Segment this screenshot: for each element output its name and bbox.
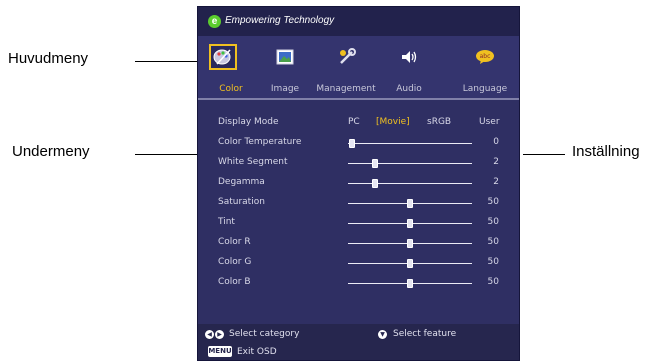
setting-label: Saturation xyxy=(218,197,265,207)
setting-value: 2 xyxy=(493,157,499,167)
setting-slider-track[interactable] xyxy=(348,139,472,148)
osd-footer: ◀ ▶ Select category ▼ Select feature MEN… xyxy=(198,324,519,360)
footer-select-category: Select category xyxy=(229,329,300,339)
setting-label: Degamma xyxy=(218,177,265,187)
display-mode-option-pc[interactable]: PC xyxy=(348,117,360,127)
color-palette-icon xyxy=(209,44,237,70)
setting-slider-thumb[interactable] xyxy=(407,219,413,228)
display-mode-row[interactable]: Display Mode PC [Movie] sRGB User xyxy=(198,115,519,135)
picture-icon xyxy=(271,44,299,70)
setting-slider-track[interactable] xyxy=(348,219,472,228)
setting-row[interactable]: White Segment 2 xyxy=(198,155,519,175)
language-bubble-icon: abc xyxy=(471,44,499,70)
tools-icon xyxy=(333,44,361,70)
setting-slider-track[interactable] xyxy=(348,279,472,288)
setting-value: 0 xyxy=(493,137,499,147)
brand-text: Empowering Technology xyxy=(225,15,335,26)
setting-label: Color G xyxy=(218,257,252,267)
footer-select-feature: Select feature xyxy=(393,329,457,339)
callout-setting: Inställning xyxy=(572,143,640,160)
menu-key-icon: MENU xyxy=(208,346,232,357)
brand-logo-icon: e xyxy=(208,15,221,28)
setting-value: 2 xyxy=(493,177,499,187)
menu-divider xyxy=(198,98,519,100)
setting-row[interactable]: Color B 50 xyxy=(198,275,519,295)
display-mode-option-movie[interactable]: [Movie] xyxy=(376,117,410,127)
setting-row[interactable]: Color R 50 xyxy=(198,235,519,255)
menu-item-management[interactable]: Management xyxy=(313,36,379,98)
setting-slider-thumb[interactable] xyxy=(372,179,379,188)
setting-label: Color R xyxy=(218,237,251,247)
menu-label-image: Image xyxy=(270,84,300,94)
setting-label: Color Temperature xyxy=(218,137,302,147)
menu-label-management: Management xyxy=(316,84,376,94)
menu-label-audio: Audio xyxy=(396,84,422,94)
setting-slider-thumb[interactable] xyxy=(407,239,413,248)
setting-slider-track[interactable] xyxy=(348,199,472,208)
osd-header: e Empowering Technology xyxy=(198,7,519,36)
svg-text:abc: abc xyxy=(480,53,491,60)
callout-main-menu: Huvudmeny xyxy=(8,50,89,67)
setting-row[interactable]: Saturation 50 xyxy=(198,195,519,215)
setting-value: 50 xyxy=(487,217,499,227)
setting-slider-thumb[interactable] xyxy=(372,159,379,168)
menu-item-audio[interactable]: Audio xyxy=(376,36,442,98)
callout-submenu: Undermeny xyxy=(12,143,90,160)
setting-slider-thumb[interactable] xyxy=(407,279,413,288)
setting-slider-thumb[interactable] xyxy=(407,199,413,208)
setting-slider-track[interactable] xyxy=(348,179,472,188)
setting-row[interactable]: Tint 50 xyxy=(198,215,519,235)
setting-value: 50 xyxy=(487,277,499,287)
main-menu-bar: Color Image Management Audio abc Languag… xyxy=(198,36,519,98)
setting-value: 50 xyxy=(487,197,499,207)
speaker-icon xyxy=(395,44,423,70)
setting-slider-track[interactable] xyxy=(348,239,472,248)
display-mode-label: Display Mode xyxy=(218,117,279,127)
menu-item-language[interactable]: abc Language xyxy=(449,36,519,98)
menu-item-image[interactable]: Image xyxy=(252,36,318,98)
right-arrow-icon: ▶ xyxy=(215,330,224,339)
callout-main-menu-line xyxy=(135,61,203,62)
setting-row[interactable]: Degamma 2 xyxy=(198,175,519,195)
left-arrow-icon: ◀ xyxy=(205,330,214,339)
setting-slider-thumb[interactable] xyxy=(407,259,413,268)
setting-label: White Segment xyxy=(218,157,288,167)
setting-label: Tint xyxy=(218,217,235,227)
setting-slider-track[interactable] xyxy=(348,259,472,268)
setting-slider-track[interactable] xyxy=(348,159,472,168)
callout-setting-line xyxy=(523,154,565,155)
display-mode-option-user[interactable]: User xyxy=(479,117,500,127)
menu-label-language: Language xyxy=(462,84,508,94)
setting-row[interactable]: Color Temperature 0 xyxy=(198,135,519,155)
down-arrow-icon: ▼ xyxy=(378,330,387,339)
osd-panel: e Empowering Technology Color Image Mana… xyxy=(197,6,520,361)
callout-submenu-line xyxy=(135,154,203,155)
setting-slider-thumb[interactable] xyxy=(348,139,355,148)
setting-label: Color B xyxy=(218,277,251,287)
setting-row[interactable]: Color G 50 xyxy=(198,255,519,275)
display-mode-option-srgb[interactable]: sRGB xyxy=(427,117,451,127)
setting-value: 50 xyxy=(487,237,499,247)
footer-exit-osd: Exit OSD xyxy=(237,347,277,357)
setting-value: 50 xyxy=(487,257,499,267)
